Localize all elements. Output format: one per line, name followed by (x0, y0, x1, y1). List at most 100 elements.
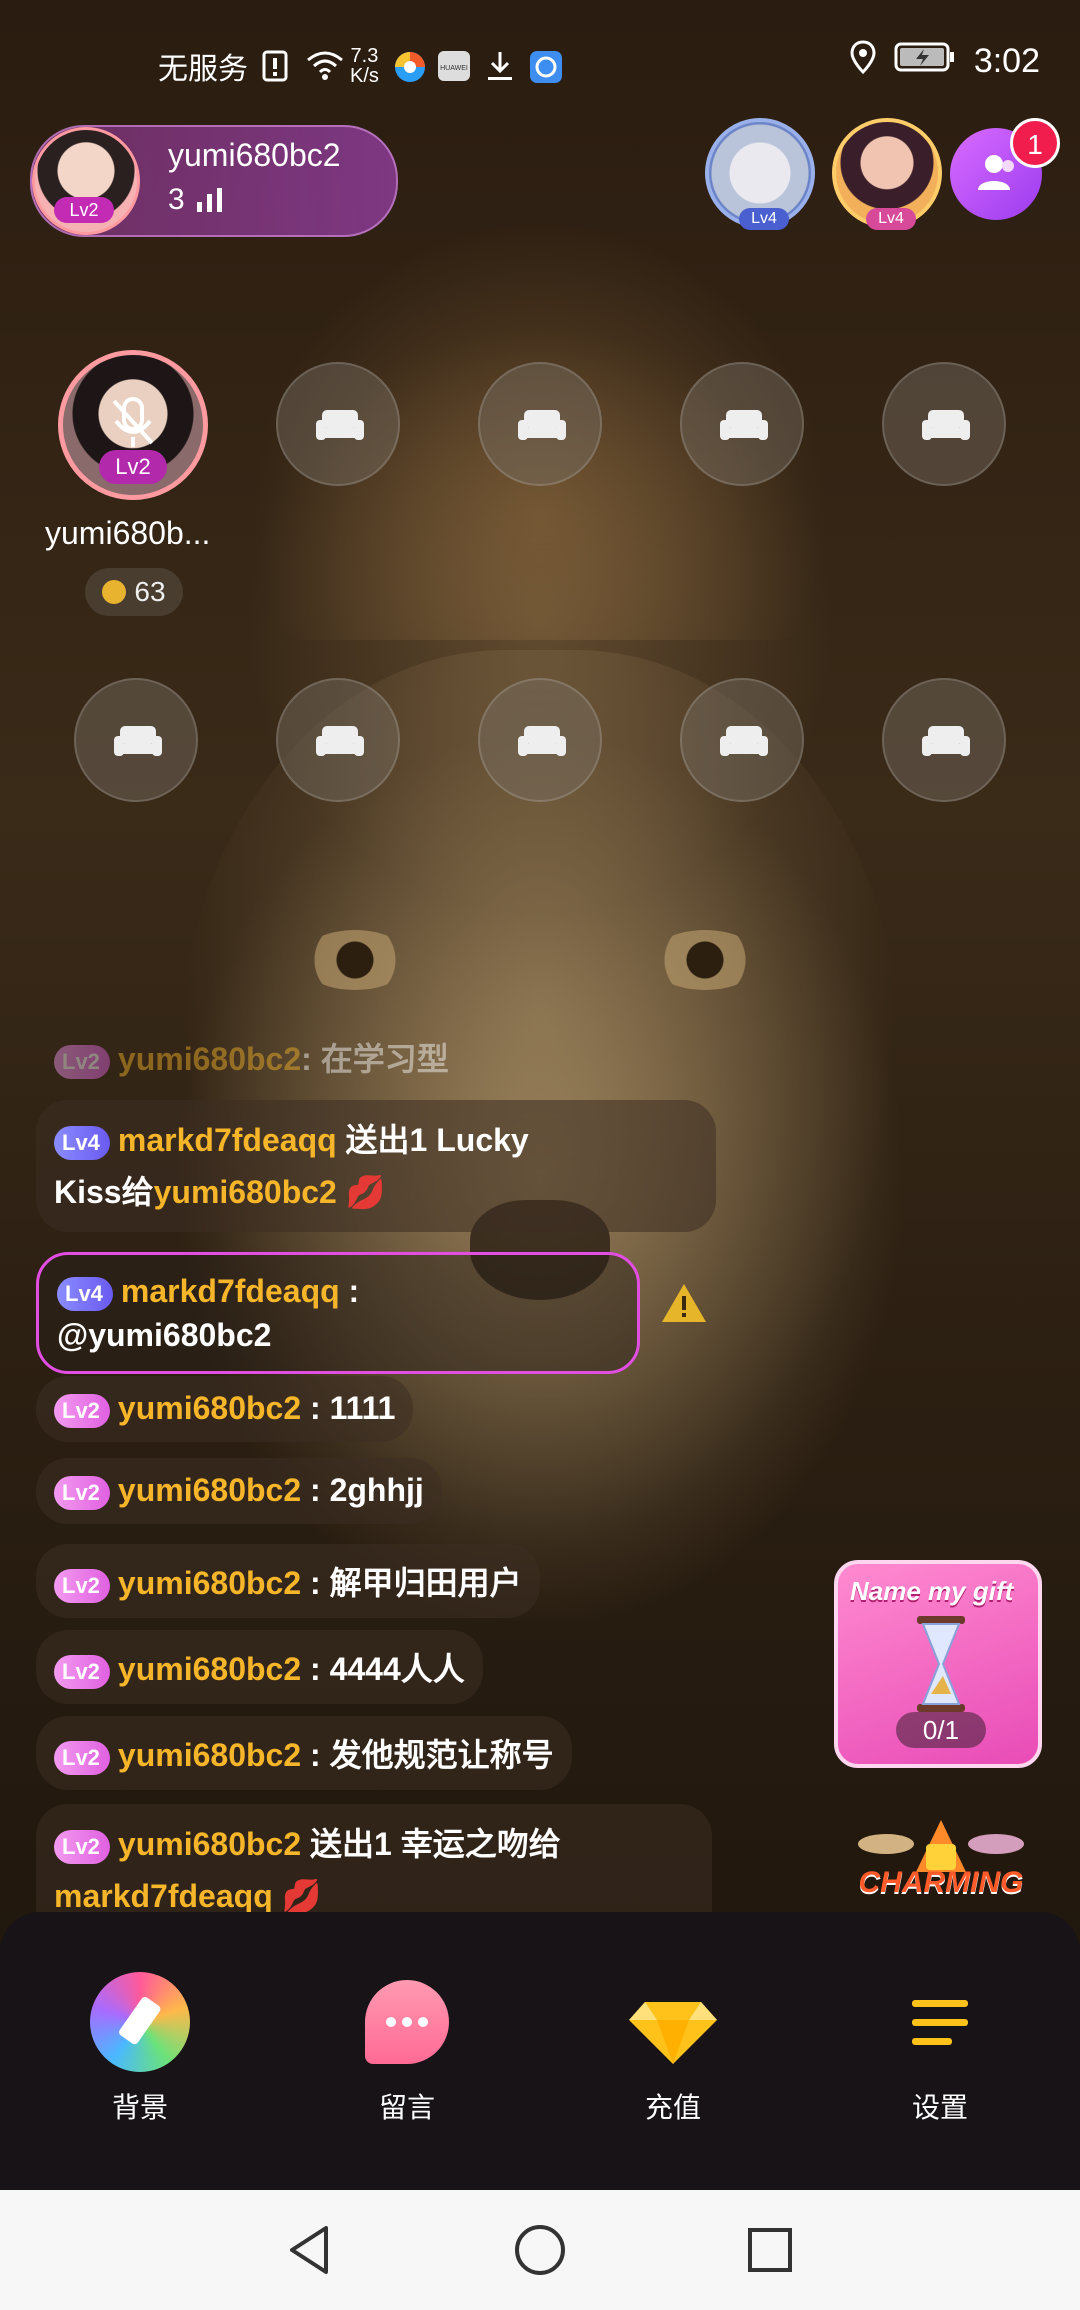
chat-level-badge: Lv4 (54, 1125, 110, 1160)
system-nav-bar (0, 2190, 1080, 2310)
empty-seat[interactable] (882, 362, 1006, 486)
settings-label: 设置 (911, 2092, 968, 2123)
hourglass-icon (917, 1616, 965, 1712)
chat-message-gift[interactable]: Lv2 yumi680bc2 送出1 幸运之吻给 markd7fdeaqq 💋 (36, 1804, 712, 1912)
online-count-value: 3 (168, 183, 185, 216)
settings-button[interactable]: 设置 (860, 1972, 1020, 2126)
chat-text: : (339, 1273, 360, 1309)
chat-text: : 解甲归田用户 (301, 1565, 522, 1601)
chat-level-badge: Lv2 (54, 1740, 110, 1775)
chat-level-badge: Lv2 (54, 1393, 110, 1428)
chat-message[interactable]: Lv2 yumi680bc2 : 1111 (36, 1376, 414, 1442)
top-user-avatar-2[interactable]: Lv4 (832, 118, 942, 230)
online-count: 3 (168, 183, 222, 217)
charming-badge[interactable]: CHARMING (846, 1814, 1036, 1910)
huawei-icon-text: HUAWEI (440, 65, 468, 72)
gift-card-title: Name my gift (850, 1576, 1014, 1606)
chat-username[interactable]: yumi680bc2 (118, 1565, 301, 1601)
chat-mention-text: @yumi680bc2 (57, 1317, 272, 1353)
background-button[interactable]: 背景 (60, 1972, 220, 2126)
top-user-avatar-1[interactable]: Lv4 (705, 118, 815, 230)
huawei-icon: HUAWEI (437, 50, 471, 82)
speed-value: 7.3 (350, 45, 379, 67)
message-button[interactable]: 留言 (327, 1972, 487, 2126)
empty-seat[interactable] (74, 678, 198, 802)
gift-kiss-icon: 💋 (281, 1878, 322, 1912)
chat-level-badge: Lv2 (54, 1568, 110, 1603)
empty-seat[interactable] (276, 362, 400, 486)
diamond-icon (623, 1972, 723, 2072)
home-icon[interactable] (510, 2220, 570, 2280)
warning-icon[interactable] (660, 1282, 708, 1329)
chat-username[interactable]: yumi680bc2 (118, 1472, 301, 1508)
chat-message[interactable]: Lv2 yumi680bc2 : 2ghhjj (36, 1458, 442, 1524)
status-right: 3:02 (850, 40, 1040, 83)
browser-icon (393, 50, 425, 82)
empty-seat[interactable] (478, 678, 602, 802)
chat-text: : 4444人人 (301, 1651, 465, 1687)
empty-seat[interactable] (276, 678, 400, 802)
gift-kiss-icon: 💋 (345, 1174, 386, 1210)
back-icon[interactable] (280, 2220, 340, 2280)
chat-message[interactable]: Lv2 yumi680bc2 : 发他规范让称号 (36, 1716, 572, 1790)
chat-message[interactable]: Lv2 yumi680bc2 : 4444人人 (36, 1630, 483, 1704)
carrier-text: 无服务 (158, 53, 248, 86)
empty-seat[interactable] (680, 362, 804, 486)
users-icon (978, 155, 1014, 190)
chat-username[interactable]: yumi680bc2 (118, 1737, 301, 1773)
sofa-icon (316, 410, 364, 440)
background-label: 背景 (111, 2092, 168, 2123)
sofa-icon (518, 726, 566, 756)
coin-value: 63 (134, 576, 166, 607)
chat-username[interactable]: markd7fdeaqq (121, 1273, 340, 1309)
bottom-toolbar: 背景 留言 充值 设置 (0, 1912, 1080, 2190)
chat-message-mention[interactable]: Lv4 markd7fdeaqq : @yumi680bc2 (36, 1252, 640, 1374)
chat-text: : 2ghhjj (301, 1472, 424, 1508)
name-my-gift-card[interactable]: Name my gift 0/1 (834, 1560, 1042, 1768)
notification-badge: 1 (1010, 118, 1060, 168)
chat-username[interactable]: yumi680bc2 (118, 1041, 301, 1077)
battery-icon (894, 42, 956, 81)
recents-icon[interactable] (740, 2220, 800, 2280)
location-icon (850, 40, 876, 83)
gift-progress: 0/1 (896, 1712, 986, 1748)
chat-message[interactable]: Lv2 yumi680bc2: 在学习型 (36, 1020, 467, 1094)
sim-alert-icon (262, 50, 292, 82)
chat-level-badge: Lv2 (54, 1654, 110, 1689)
chat-username[interactable]: yumi680bc2 (118, 1651, 301, 1687)
chat-text-line2: Kiss给 (54, 1174, 154, 1210)
status-left: 无服务 7.3 K/s HUAWEI (158, 44, 562, 88)
sofa-icon (720, 410, 768, 440)
chat-username[interactable]: markd7fdeaqq (118, 1122, 337, 1158)
sofa-icon (922, 410, 970, 440)
recharge-label: 充值 (644, 2092, 701, 2123)
speed-unit: K/s (350, 65, 379, 87)
sofa-icon (518, 410, 566, 440)
chat-username[interactable]: yumi680bc2 (118, 1826, 301, 1862)
menu-icon (890, 1972, 990, 2072)
chat-username-target[interactable]: yumi680bc2 (154, 1174, 337, 1210)
sofa-icon (720, 726, 768, 756)
wifi-icon (306, 50, 343, 82)
network-speed: 7.3 K/s (350, 46, 379, 86)
host-info-pill[interactable]: Lv2 yumi680bc2 3 (30, 125, 398, 237)
chat-bubble-icon (365, 1980, 449, 2064)
host-name: yumi680bc2 (168, 137, 341, 173)
chat-username-target[interactable]: markd7fdeaqq (54, 1878, 273, 1912)
chat-text: 送出1 幸运之吻给 (301, 1826, 561, 1862)
clock-time: 3:02 (973, 42, 1040, 80)
chat-level-badge: Lv4 (57, 1276, 113, 1311)
chat-text: : 在学习型 (301, 1041, 449, 1077)
chat-message-gift[interactable]: Lv4 markd7fdeaqq 送出1 Lucky Kiss给yumi680bc… (36, 1100, 716, 1232)
seat-coin-count: 63 (85, 568, 183, 616)
chat-username[interactable]: yumi680bc2 (118, 1390, 301, 1426)
empty-seat[interactable] (882, 678, 1006, 802)
chat-message[interactable]: Lv2 yumi680bc2 : 解甲归田用户 (36, 1544, 540, 1618)
chat-text: : 发他规范让称号 (301, 1737, 554, 1773)
background-icon (90, 1972, 190, 2072)
empty-seat[interactable] (478, 362, 602, 486)
download-icon (485, 50, 515, 82)
background-eye-left (300, 930, 410, 990)
recharge-button[interactable]: 充值 (593, 1972, 753, 2126)
empty-seat[interactable] (680, 678, 804, 802)
